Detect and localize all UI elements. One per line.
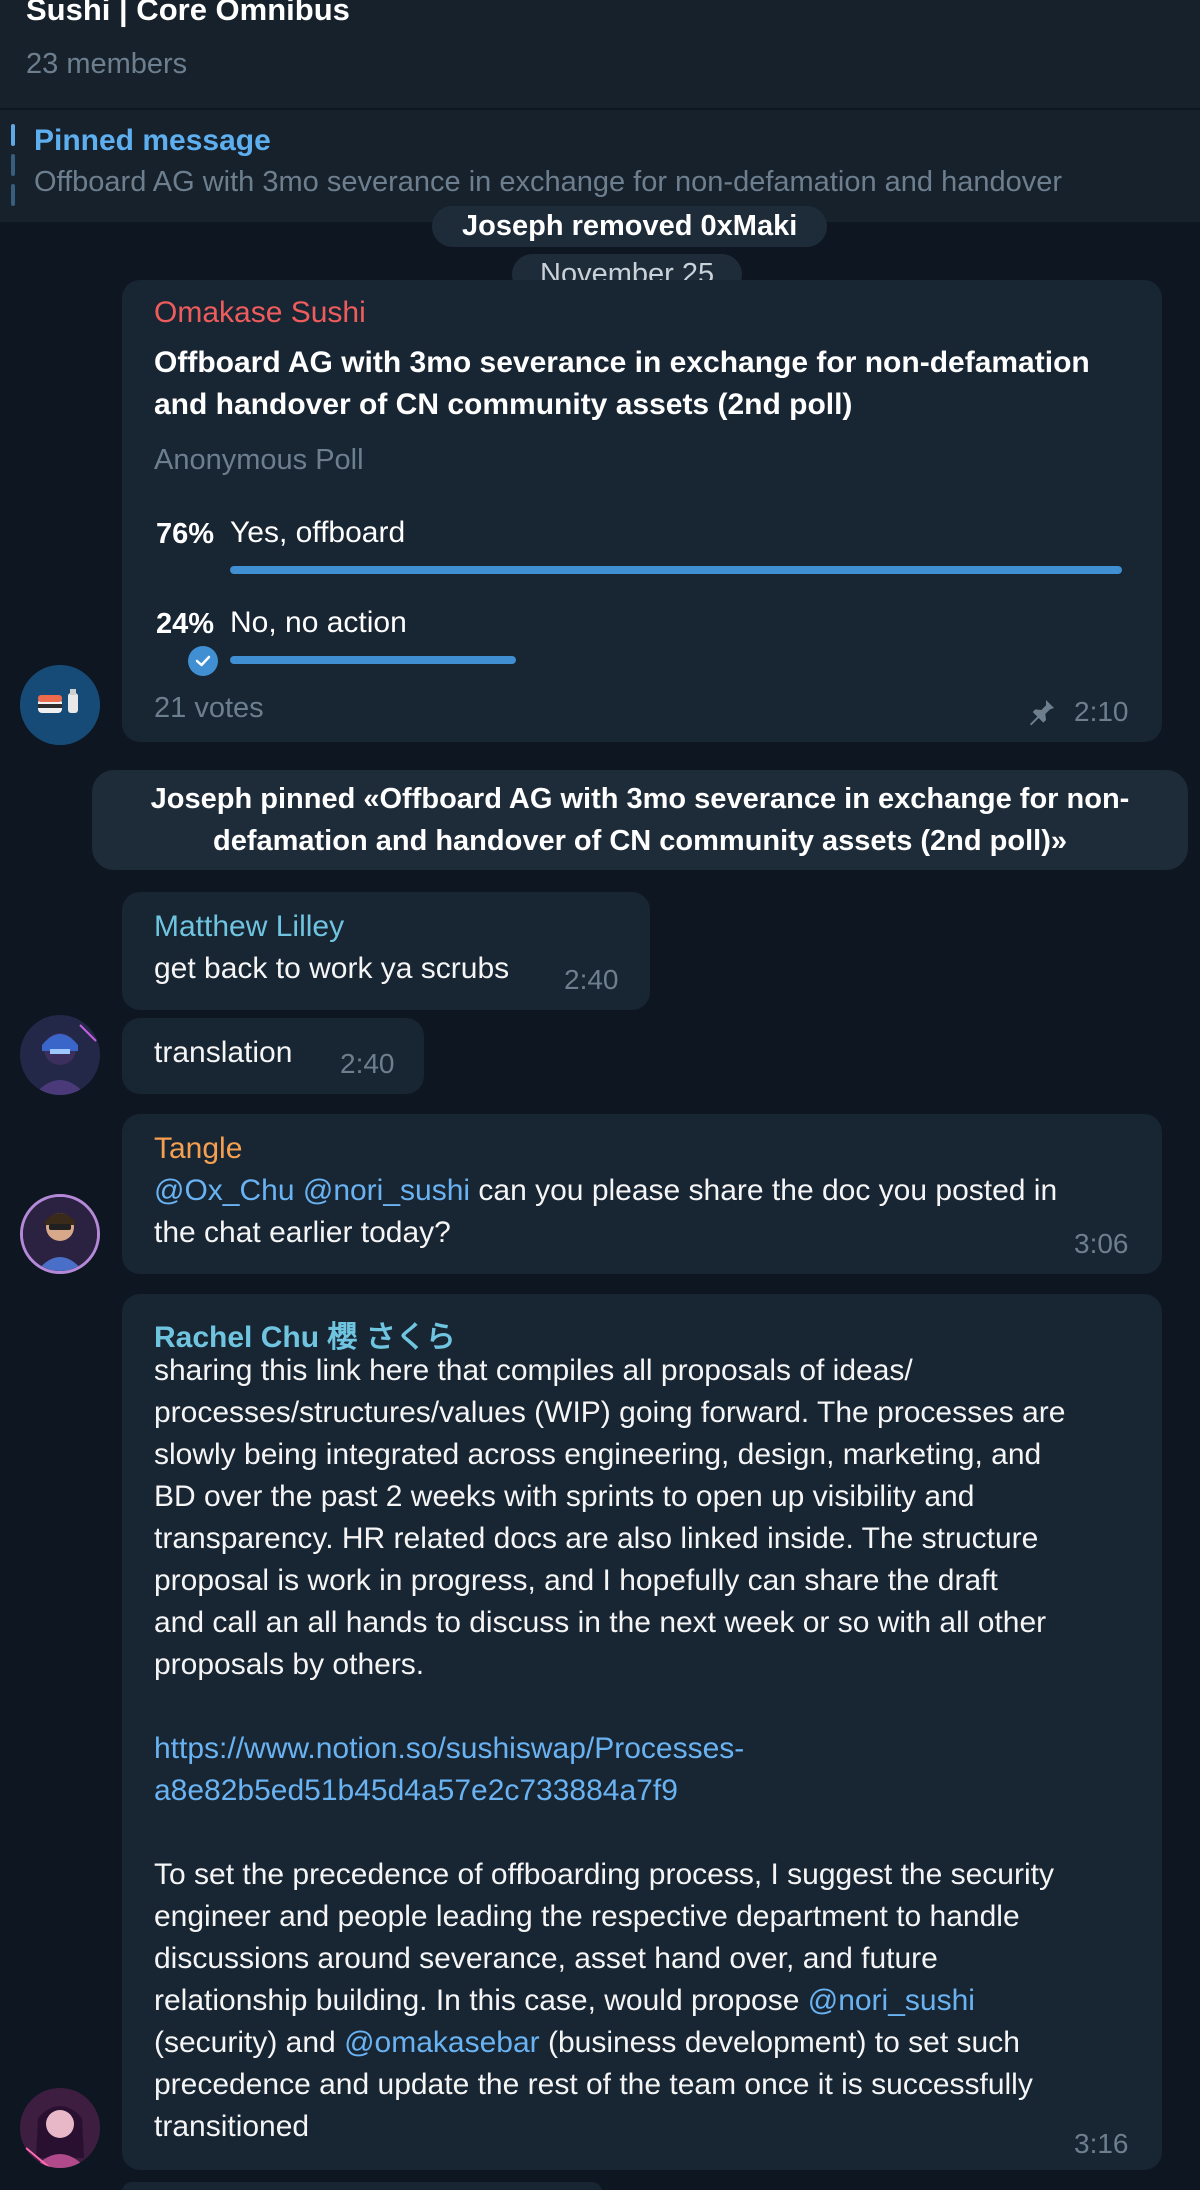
poll-message[interactable]: Omakase Sushi Offboard AG with 3mo sever… (122, 280, 1162, 742)
message-text: translation (154, 1036, 293, 1069)
message-line: relationship building. In this case, wou… (154, 1980, 1154, 2022)
pinned-indicator (11, 154, 15, 176)
pinned-title: Pinned message (34, 124, 271, 157)
message-line: To set the precedence of offboarding pro… (154, 1858, 1054, 1891)
message-line-text: relationship building. In this case, wou… (154, 1984, 808, 2017)
mention-link[interactable]: @Ox_Chu (154, 1174, 295, 1207)
tangle-avatar[interactable] (20, 1194, 100, 1274)
message-bubble[interactable]: translation 2:40 (122, 1018, 424, 1094)
next-message-bubble[interactable] (122, 2182, 602, 2190)
omakase-avatar[interactable] (20, 665, 100, 745)
message-line: slowly being integrated across engineeri… (154, 1438, 1042, 1471)
mention-link[interactable]: @omakasebar (344, 2026, 540, 2059)
chat-header[interactable]: Sushi | Core Omnibus 23 members (0, 0, 1200, 108)
poll-type: Anonymous Poll (154, 444, 364, 476)
chat-title: Sushi | Core Omnibus (26, 0, 350, 27)
rachel-avatar[interactable] (20, 2088, 100, 2168)
message-line-text: (security) and (154, 2026, 345, 2059)
service-message-removed: Joseph removed 0xMaki (432, 206, 828, 247)
service-pinned-line: Joseph pinned «Offboard AG with 3mo seve… (150, 783, 1130, 815)
message-text: sharing this link here that compiles all… (154, 1350, 1154, 2148)
message-line: transitioned (154, 2110, 310, 2143)
message-text: get back to work ya scrubs (154, 952, 510, 985)
message-line: @Ox_Chu @nori_sushi can you please share… (154, 1170, 1134, 1212)
poll-votes: 21 votes (154, 692, 264, 724)
message-line: precedence and update the rest of the te… (154, 2068, 1033, 2101)
mention-link[interactable]: @nori_sushi (303, 1174, 470, 1207)
poll-question-line: Offboard AG with 3mo severance in exchan… (154, 346, 1090, 379)
pinned-text: Offboard AG with 3mo severance in exchan… (34, 166, 1062, 198)
message-line: transparency. HR related docs are also l… (154, 1522, 1039, 1555)
voted-check-icon (188, 646, 218, 676)
pin-icon (1026, 696, 1058, 733)
pinned-message-bar[interactable]: Pinned message Offboard AG with 3mo seve… (0, 108, 1200, 222)
message-line: discussions around severance, asset hand… (154, 1942, 938, 1975)
link-line: a8e82b5ed51b45d4a57e2c733884a7f9 (154, 1774, 678, 1807)
message-time: 2:40 (564, 964, 619, 995)
matthew-avatar[interactable] (20, 1015, 100, 1095)
message-time: 3:16 (1074, 2128, 1129, 2159)
message-bubble[interactable]: Matthew Lilley get back to work ya scrub… (122, 892, 650, 1010)
pinned-indicator (11, 124, 15, 146)
member-count: 23 members (26, 48, 188, 80)
mention-link[interactable]: @nori_sushi (808, 1984, 975, 2017)
sender-name[interactable]: Matthew Lilley (154, 910, 344, 944)
message-line: proposals by others. (154, 1648, 425, 1681)
sender-name[interactable]: Tangle (154, 1132, 242, 1166)
poll-option-bar (230, 566, 1122, 574)
message-bubble[interactable]: Rachel Chu 櫻 さくら sharing this link here … (122, 1294, 1162, 2170)
poll-option-label[interactable]: No, no action (230, 606, 407, 640)
service-pinned-line: defamation and handover of CN community … (212, 825, 1067, 857)
message-line: and call an all hands to discuss in the … (154, 1606, 1047, 1639)
message-line: BD over the past 2 weeks with sprints to… (154, 1480, 975, 1513)
message-line: engineer and people leading the respecti… (154, 1900, 1020, 1933)
service-message-pinned[interactable]: Joseph pinned «Offboard AG with 3mo seve… (92, 770, 1188, 870)
message-bubble[interactable]: Tangle @Ox_Chu @nori_sushi can you pleas… (122, 1114, 1162, 1274)
message-line: sharing this link here that compiles all… (154, 1354, 913, 1387)
poll-option-percent: 24% (156, 608, 215, 640)
message-line: processes/structures/values (WIP) going … (154, 1396, 1066, 1429)
message-line-text: (business development) to set such (539, 2026, 1020, 2059)
poll-question-line: and handover of CN community assets (2nd… (154, 388, 853, 421)
message-line: (security) and @omakasebar (business dev… (154, 2022, 1154, 2064)
poll-option-percent: 76% (156, 518, 215, 550)
message-time: 3:06 (1074, 1228, 1129, 1259)
link-line: https://www.notion.so/sushiswap/Processe… (154, 1732, 745, 1765)
message-line: proposal is work in progress, and I hope… (154, 1564, 998, 1597)
message-time: 2:40 (340, 1048, 395, 1079)
message-line: the chat earlier today? (154, 1216, 451, 1249)
message-text: @Ox_Chu @nori_sushi can you please share… (154, 1170, 1134, 1254)
sender-name[interactable]: Omakase Sushi (154, 296, 366, 330)
poll-question: Offboard AG with 3mo severance in exchan… (154, 342, 1090, 426)
notion-link[interactable]: https://www.notion.so/sushiswap/Processe… (154, 1728, 1154, 1812)
message-time: 2:10 (1074, 696, 1129, 727)
message-line-text: can you please share the doc you posted … (478, 1174, 1058, 1207)
poll-option-label[interactable]: Yes, offboard (230, 516, 405, 550)
pinned-indicator (11, 184, 15, 206)
poll-option-bar (230, 656, 516, 664)
